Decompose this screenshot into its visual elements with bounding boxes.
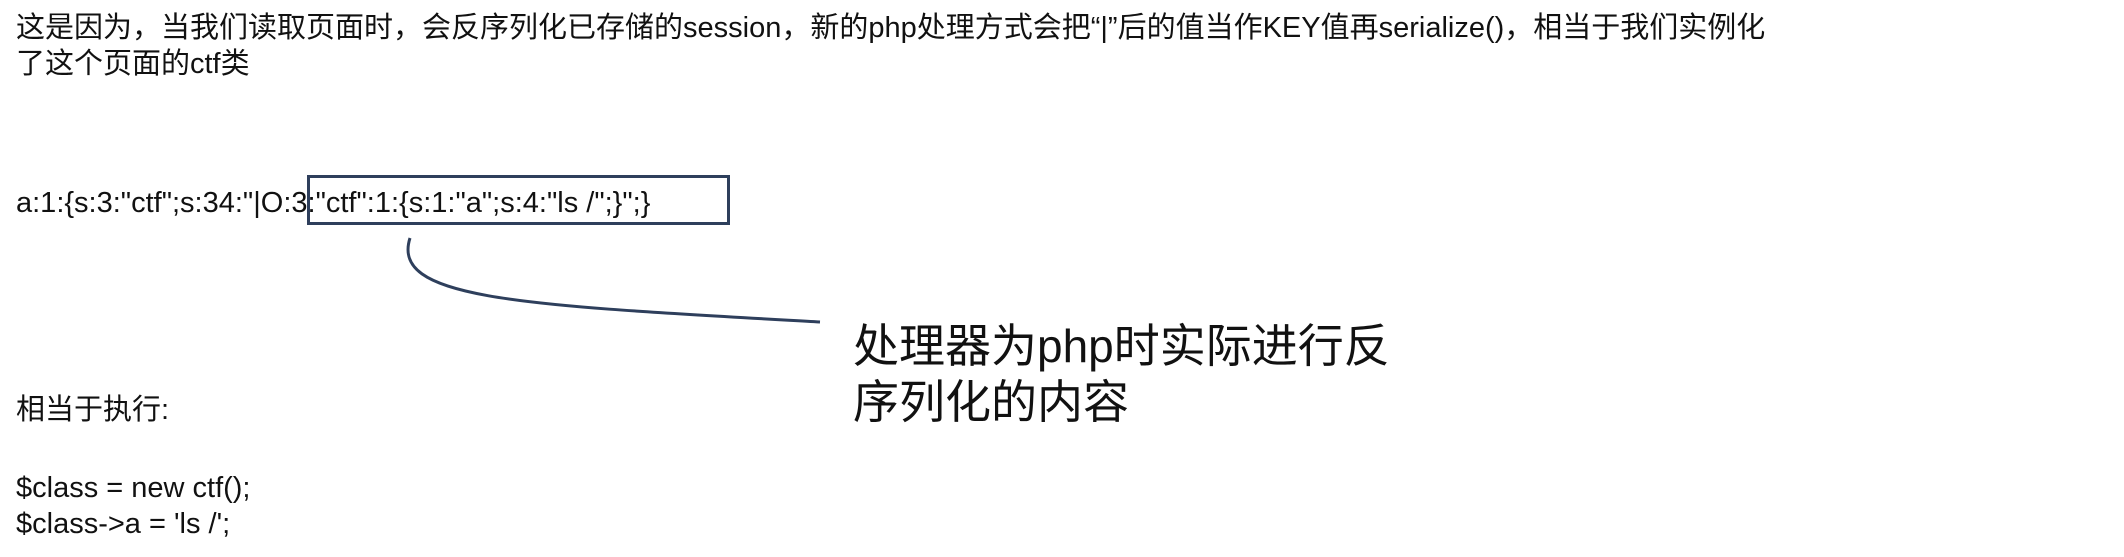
callout-connector-line	[406, 237, 821, 324]
callout-line-1: 处理器为php时实际进行反	[853, 320, 1390, 372]
connector-curve	[406, 237, 821, 324]
serialized-prefix: a:1:{s:3:"ctf";s:34:"	[16, 187, 254, 219]
code-statement-1: $class = new ctf();	[16, 472, 251, 504]
intro-paragraph: 这是因为，当我们读取页面时，会反序列化已存储的session，新的php处理方式…	[16, 10, 2116, 82]
intro-line-2: 了这个页面的ctf类	[16, 48, 250, 80]
code-statement-2: $class->a = 'ls /';	[16, 508, 231, 540]
highlight-box	[307, 175, 730, 225]
exec-label: 相当于执行:	[16, 394, 170, 426]
callout-line-2: 序列化的内容	[853, 376, 1129, 428]
serialized-pipe: |	[253, 187, 261, 219]
callout-annotation: 处理器为php时实际进行反 序列化的内容	[853, 318, 1473, 430]
intro-line-1: 这是因为，当我们读取页面时，会反序列化已存储的session，新的php处理方式…	[16, 12, 1766, 44]
